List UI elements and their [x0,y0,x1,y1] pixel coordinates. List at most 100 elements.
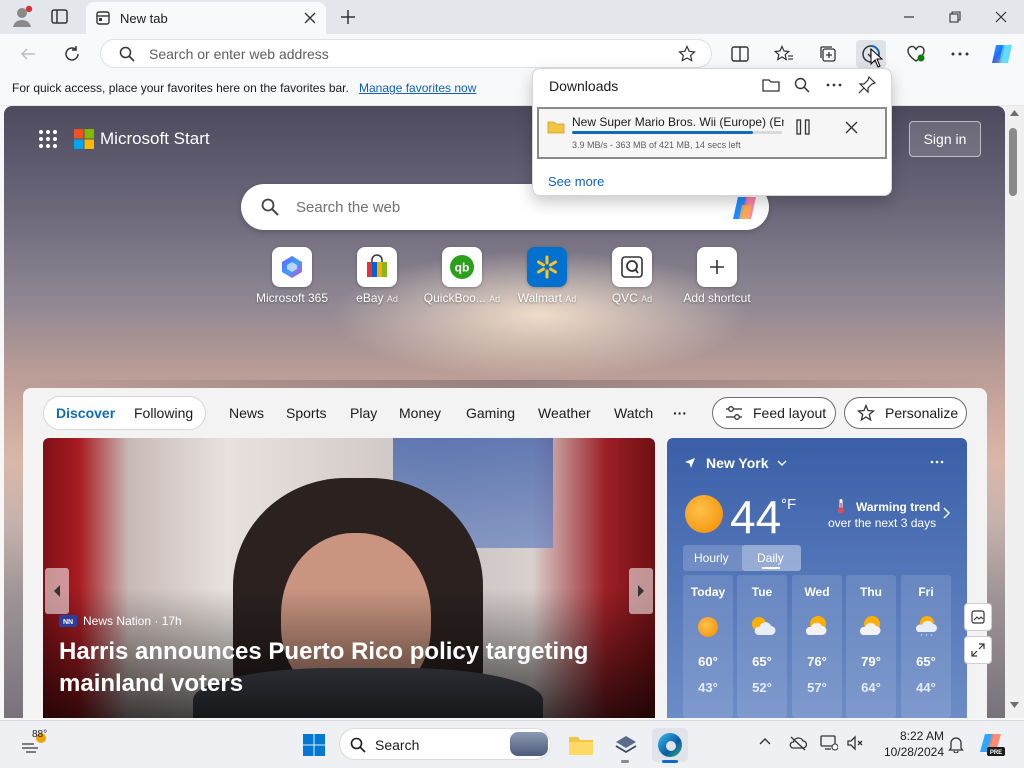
forecast-day[interactable]: Wed 76° 57° [792,575,842,718]
shortcut-walmart[interactable]: Walmart Ad [502,247,592,307]
feedback-image-icon[interactable] [964,603,992,631]
taskbar-clock[interactable]: 8:22 AM 10/28/2024 [868,728,944,760]
forecast-day-name: Thu [860,585,882,599]
tab-title: New tab [120,11,168,26]
app-layers-icon[interactable] [608,728,644,762]
edge-browser-icon[interactable] [652,728,688,762]
story-source-name: News Nation [83,614,152,628]
file-explorer-icon[interactable] [563,728,599,762]
forecast-day[interactable]: Fri 65° 44° [901,575,951,718]
close-tab-icon[interactable] [304,12,316,24]
minimize-button[interactable] [886,0,932,34]
nav-money[interactable]: Money [399,405,441,421]
collections-icon[interactable] [813,40,843,68]
page-scrollbar[interactable] [1005,106,1024,718]
settings-more-icon[interactable] [945,40,975,68]
cancel-download-button[interactable] [845,121,858,134]
shortcut-qvc[interactable]: QVC Ad [587,247,677,307]
nav-more-button[interactable]: ··· [673,405,687,421]
nav-news[interactable]: News [229,405,264,421]
close-window-button[interactable] [978,0,1024,34]
microsoft-start-brand[interactable]: Microsoft Start [74,128,210,150]
copilot-icon[interactable] [987,40,1017,68]
partly-cloudy-icon [805,616,827,635]
nav-play[interactable]: Play [350,405,377,421]
downloads-more-options-icon[interactable] [826,83,842,87]
story-source[interactable]: NN News Nation · 17h [59,614,182,628]
svg-text:PRE: PRE [990,750,1002,756]
forecast-day[interactable]: Today 60° 43° [683,575,733,718]
sign-in-button[interactable]: Sign in [909,121,981,157]
search-icon [119,46,135,62]
tab-following[interactable]: Following [134,405,193,421]
nav-watch[interactable]: Watch [614,405,653,421]
network-icon[interactable] [820,735,838,751]
show-hidden-icons-chevron[interactable] [759,737,771,745]
refresh-button[interactable] [57,40,87,68]
nav-gaming[interactable]: Gaming [466,405,515,421]
volume-muted-icon[interactable] [846,735,864,751]
start-button[interactable] [296,728,332,762]
pause-download-button[interactable] [795,119,811,135]
current-temp: 44 [730,491,782,543]
restore-button[interactable] [932,0,978,34]
tab-discover[interactable]: Discover [56,405,115,421]
carousel-next-button[interactable] [629,568,653,614]
background-horizon [4,380,1005,388]
shortcut-add[interactable]: Add shortcut [672,247,762,307]
tab-hourly[interactable]: Hourly [694,551,729,565]
taskbar-search-box[interactable]: Search [339,728,551,760]
tab-new-tab[interactable]: New tab [86,2,326,34]
nav-sports[interactable]: Sports [286,405,326,421]
scroll-down-icon[interactable] [1010,702,1019,708]
forecast-high: 79° [861,654,881,669]
forecast-day[interactable]: Thu 79° 64° [846,575,896,718]
scroll-up-icon[interactable] [1010,110,1019,116]
tab-daily[interactable]: Daily [757,551,784,565]
taskbar-search-label: Search [375,737,420,753]
open-downloads-folder-icon[interactable] [762,77,780,93]
copilot-pre-icon[interactable]: PRE [978,730,1006,758]
manage-favorites-link[interactable]: Manage favorites now [359,81,476,95]
nav-weather[interactable]: Weather [538,405,591,421]
sun-icon [685,495,723,533]
shortcut-microsoft-365[interactable]: Microsoft 365 [247,247,337,307]
new-tab-button[interactable] [340,9,356,25]
weather-city: New York [706,455,769,471]
pin-downloads-icon[interactable] [858,76,876,94]
favorites-icon[interactable] [769,40,799,68]
search-downloads-icon[interactable] [794,77,810,93]
ad-badge: Ad [386,294,398,304]
forecast-day[interactable]: Tue 65° 52° [737,575,787,718]
carousel-prev-button[interactable] [45,568,69,614]
cloud-sync-icon[interactable] [789,735,807,751]
folder-file-icon [547,120,565,134]
forecast-low: 52° [752,680,772,695]
profile-icon[interactable] [10,5,34,29]
personalize-button[interactable]: Personalize [844,397,967,429]
weather-location[interactable]: New York [684,455,787,471]
copilot-search-icon[interactable] [730,195,760,221]
feed-layout-button[interactable]: Feed layout [712,397,836,429]
shortcut-ebay[interactable]: eBay Ad [332,247,422,307]
download-status: 3.9 MB/s - 363 MB of 421 MB, 14 secs lef… [572,140,741,150]
weather-more-icon[interactable] [930,460,944,464]
story-headline[interactable]: Harris announces Puerto Rico policy targ… [59,636,619,700]
apps-grid-icon[interactable] [38,129,58,149]
scrollbar-thumb[interactable] [1009,128,1017,196]
expand-icon[interactable] [964,636,992,664]
split-screen-icon[interactable] [725,40,755,68]
forecast-low: 57° [807,680,827,695]
warming-trend-title[interactable]: Warming trend [856,500,940,514]
browser-essentials-icon[interactable] [901,40,931,68]
chevron-right-icon[interactable] [943,507,951,519]
notifications-bell-icon[interactable] [948,735,964,753]
tab-actions-icon[interactable] [50,8,70,26]
sparkle-star-icon [857,404,875,422]
add-favorite-star-icon[interactable] [678,45,696,63]
shortcut-quickbooks[interactable]: qb QuickBoo... Ad [417,247,507,307]
see-more-link[interactable]: See more [548,174,604,189]
back-button[interactable] [13,40,43,68]
address-bar[interactable]: Search or enter web address [100,39,712,68]
forecast-high: 76° [807,654,827,669]
